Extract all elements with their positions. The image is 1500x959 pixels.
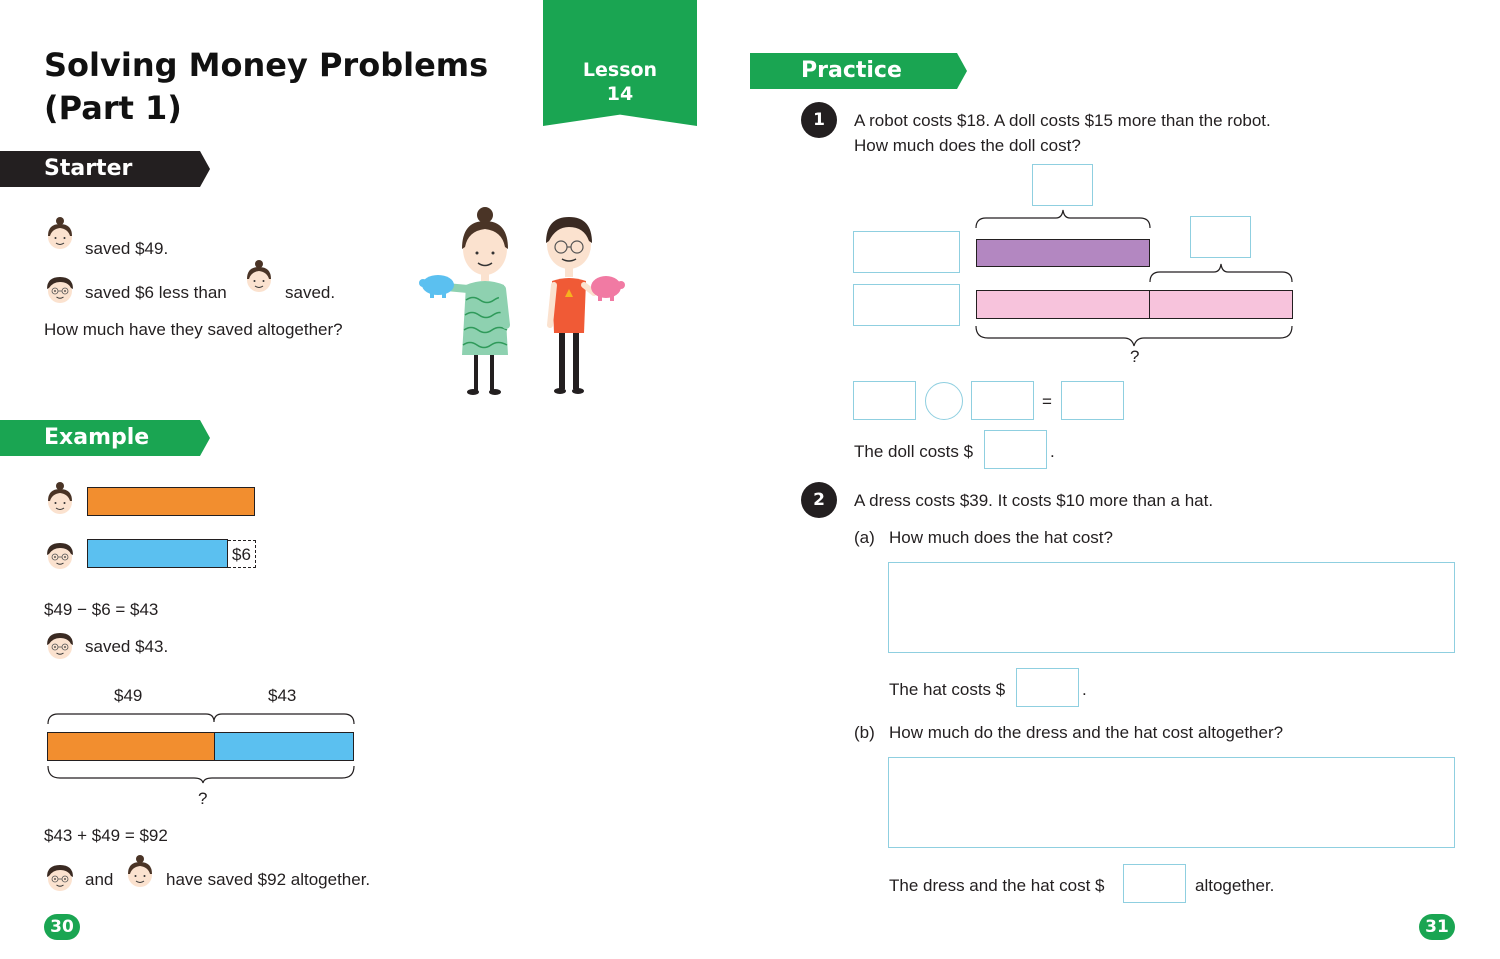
lesson-tab: Lesson 14: [543, 0, 697, 126]
q1-brackets: [975, 209, 1293, 347]
q1-answer-box[interactable]: [984, 430, 1047, 469]
difference-6-box: $6: [228, 540, 256, 568]
example-banner: Example: [0, 420, 210, 456]
boy-savings-bar: [87, 539, 228, 568]
q1-doll-bar-part1: [976, 290, 1150, 319]
children-with-piggy-banks-illustration: [419, 207, 625, 395]
q2a-label: (a): [854, 528, 875, 547]
difference-6-label: $6: [232, 545, 251, 564]
girl-savings-bar: [87, 487, 255, 516]
q1-equation-box-2[interactable]: [971, 381, 1034, 420]
practice-banner: Practice: [750, 53, 967, 89]
girl-face-icon: [44, 217, 76, 251]
starter-banner: Starter: [0, 151, 210, 187]
q1-doll-label-box[interactable]: [853, 284, 960, 326]
q1-equation-box-1[interactable]: [853, 381, 916, 420]
girl-face-icon: [243, 260, 275, 294]
lesson-number: 14: [606, 83, 634, 105]
example-calc2: $43 + $49 = $92: [44, 826, 168, 845]
q2a-answer-prefix: The hat costs $: [889, 680, 1006, 699]
combined-bar-orange: [47, 732, 215, 761]
question-2-text: A dress costs $39. It costs $10 more tha…: [854, 491, 1214, 510]
practice-heading: Practice: [801, 58, 902, 83]
q1-answer-prefix: The doll costs $: [854, 442, 974, 461]
q2a-answer-suffix: .: [1082, 680, 1087, 699]
question-1-number: 1: [801, 102, 837, 138]
q1-operator-circle[interactable]: [925, 382, 963, 420]
page-number-right: 31: [1419, 914, 1455, 940]
example-and: and: [85, 870, 114, 889]
q1-robot-bar: [976, 239, 1150, 267]
q1-equation-result-box[interactable]: [1061, 381, 1124, 420]
example-calc1: $49 − $6 = $43: [44, 600, 159, 619]
example-heading: Example: [44, 425, 150, 450]
question-1-line1: A robot costs $18. A doll costs $15 more…: [854, 111, 1271, 130]
girl-face-icon: [124, 848, 156, 896]
label-43: $43: [268, 686, 297, 705]
page-title-line2: (Part 1): [44, 89, 182, 127]
bottom-bracket: [47, 765, 355, 784]
lesson-label: Lesson: [582, 59, 658, 81]
boy-face-icon: [44, 538, 76, 572]
q2b-answer-prefix: The dress and the hat cost $: [889, 876, 1105, 895]
question-2-number: 2: [801, 482, 837, 518]
q2b-answer-suffix: altogether.: [1195, 876, 1275, 895]
combined-question-mark: ?: [198, 789, 208, 808]
example-conclusion: have saved $92 altogether.: [166, 870, 371, 889]
starter-line2a: saved $6 less than: [85, 283, 227, 302]
q2b-label: (b): [854, 723, 875, 742]
question-1-line2: How much does the doll cost?: [854, 136, 1081, 155]
starter-question: How much have they saved altogether?: [44, 320, 343, 339]
starter-line1: saved $49.: [85, 239, 169, 258]
starter-heading: Starter: [44, 156, 133, 181]
q1-top-label-box[interactable]: [1032, 164, 1093, 206]
girl-face-icon: [44, 474, 76, 524]
q1-question-mark: ?: [1130, 347, 1140, 366]
page-title: Solving Money Problems (Part 1): [44, 44, 488, 130]
q1-equals-sign: =: [1042, 392, 1052, 411]
label-49: $49: [114, 686, 143, 705]
q2a-working-area[interactable]: [888, 562, 1455, 653]
q1-answer-suffix: .: [1050, 442, 1055, 461]
boy-face-icon: [44, 272, 76, 306]
q2a-answer-box[interactable]: [1016, 668, 1079, 707]
q1-doll-bar-part2: [1149, 290, 1293, 319]
boy-face-icon: [44, 860, 76, 894]
q1-robot-label-box[interactable]: [853, 231, 960, 273]
top-brackets: [47, 713, 355, 725]
boy-face-icon: [44, 628, 76, 662]
page-number-left: 30: [44, 914, 80, 940]
q2a-question: How much does the hat cost?: [889, 528, 1113, 547]
q2b-working-area[interactable]: [888, 757, 1455, 848]
page-title-line1: Solving Money Problems: [44, 46, 489, 84]
example-saved43: saved $43.: [85, 637, 169, 656]
combined-bar-blue: [214, 732, 354, 761]
q2b-question: How much do the dress and the hat cost a…: [889, 723, 1284, 742]
starter-line2b: saved.: [285, 283, 336, 302]
q2b-answer-box[interactable]: [1123, 864, 1186, 903]
